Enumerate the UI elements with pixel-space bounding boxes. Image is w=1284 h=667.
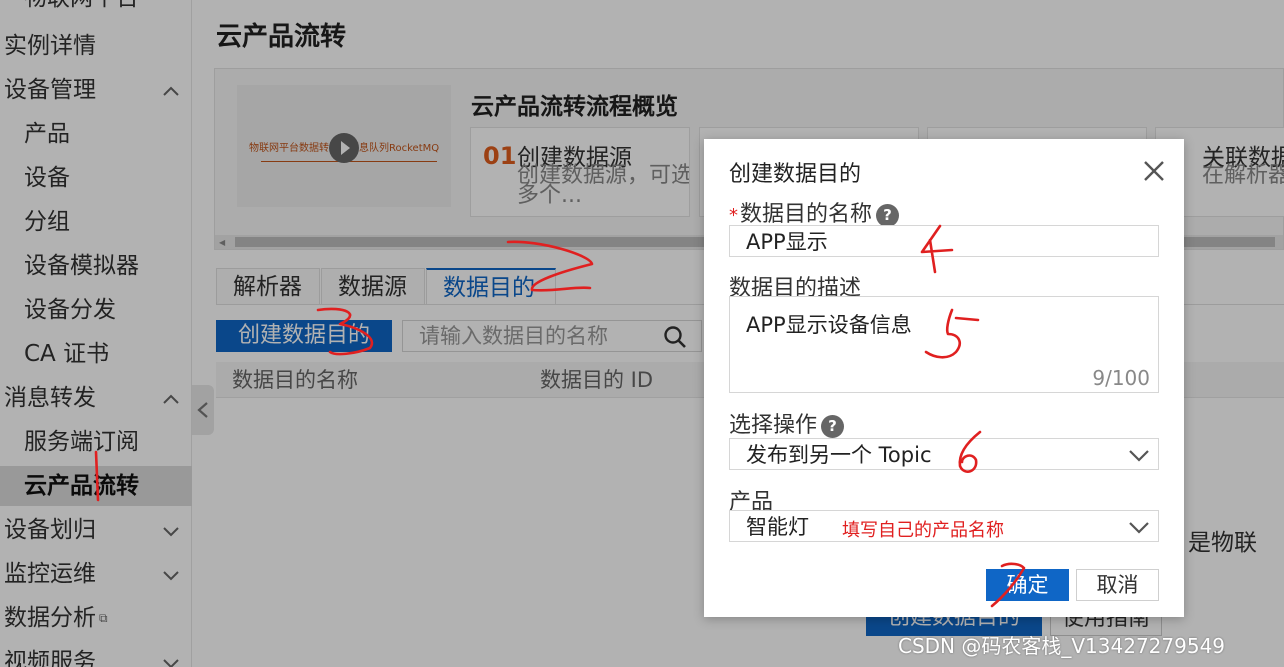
- operation-select[interactable]: 发布到另一个 Topic: [729, 438, 1159, 470]
- csdn-watermark: CSDN @码农客栈_V13427279549: [898, 634, 1226, 658]
- help-icon[interactable]: ?: [821, 415, 845, 438]
- destination-name-input[interactable]: [729, 225, 1159, 257]
- product-selected-value: 智能灯: [746, 515, 809, 539]
- chevron-down-icon: [1129, 522, 1149, 534]
- close-icon[interactable]: [1140, 157, 1168, 185]
- create-destination-dialog: 创建数据目的 *数据目的名称? 数据目的描述 APP显示设备信息 9/100 选…: [704, 139, 1184, 617]
- operation-field-label: 选择操作?: [729, 407, 845, 439]
- description-text: APP显示设备信息: [746, 313, 912, 337]
- operation-label-text: 选择操作: [729, 413, 818, 438]
- product-select[interactable]: 智能灯 填写自己的产品名称: [729, 510, 1159, 542]
- character-counter: 9/100: [1092, 366, 1150, 390]
- required-asterisk: *: [729, 205, 738, 226]
- operation-selected-value: 发布到另一个 Topic: [746, 443, 932, 467]
- destination-description-textarea[interactable]: APP显示设备信息 9/100: [729, 296, 1159, 393]
- confirm-button[interactable]: 确定: [986, 569, 1069, 601]
- name-label-text: 数据目的名称: [740, 202, 873, 227]
- cancel-button[interactable]: 取消: [1076, 569, 1159, 601]
- dialog-title: 创建数据目的: [729, 162, 862, 187]
- name-field-label: *数据目的名称?: [729, 196, 900, 228]
- help-icon[interactable]: ?: [876, 204, 900, 227]
- chevron-down-icon: [1129, 450, 1149, 462]
- annotation-note: 填写自己的产品名称: [842, 520, 1004, 541]
